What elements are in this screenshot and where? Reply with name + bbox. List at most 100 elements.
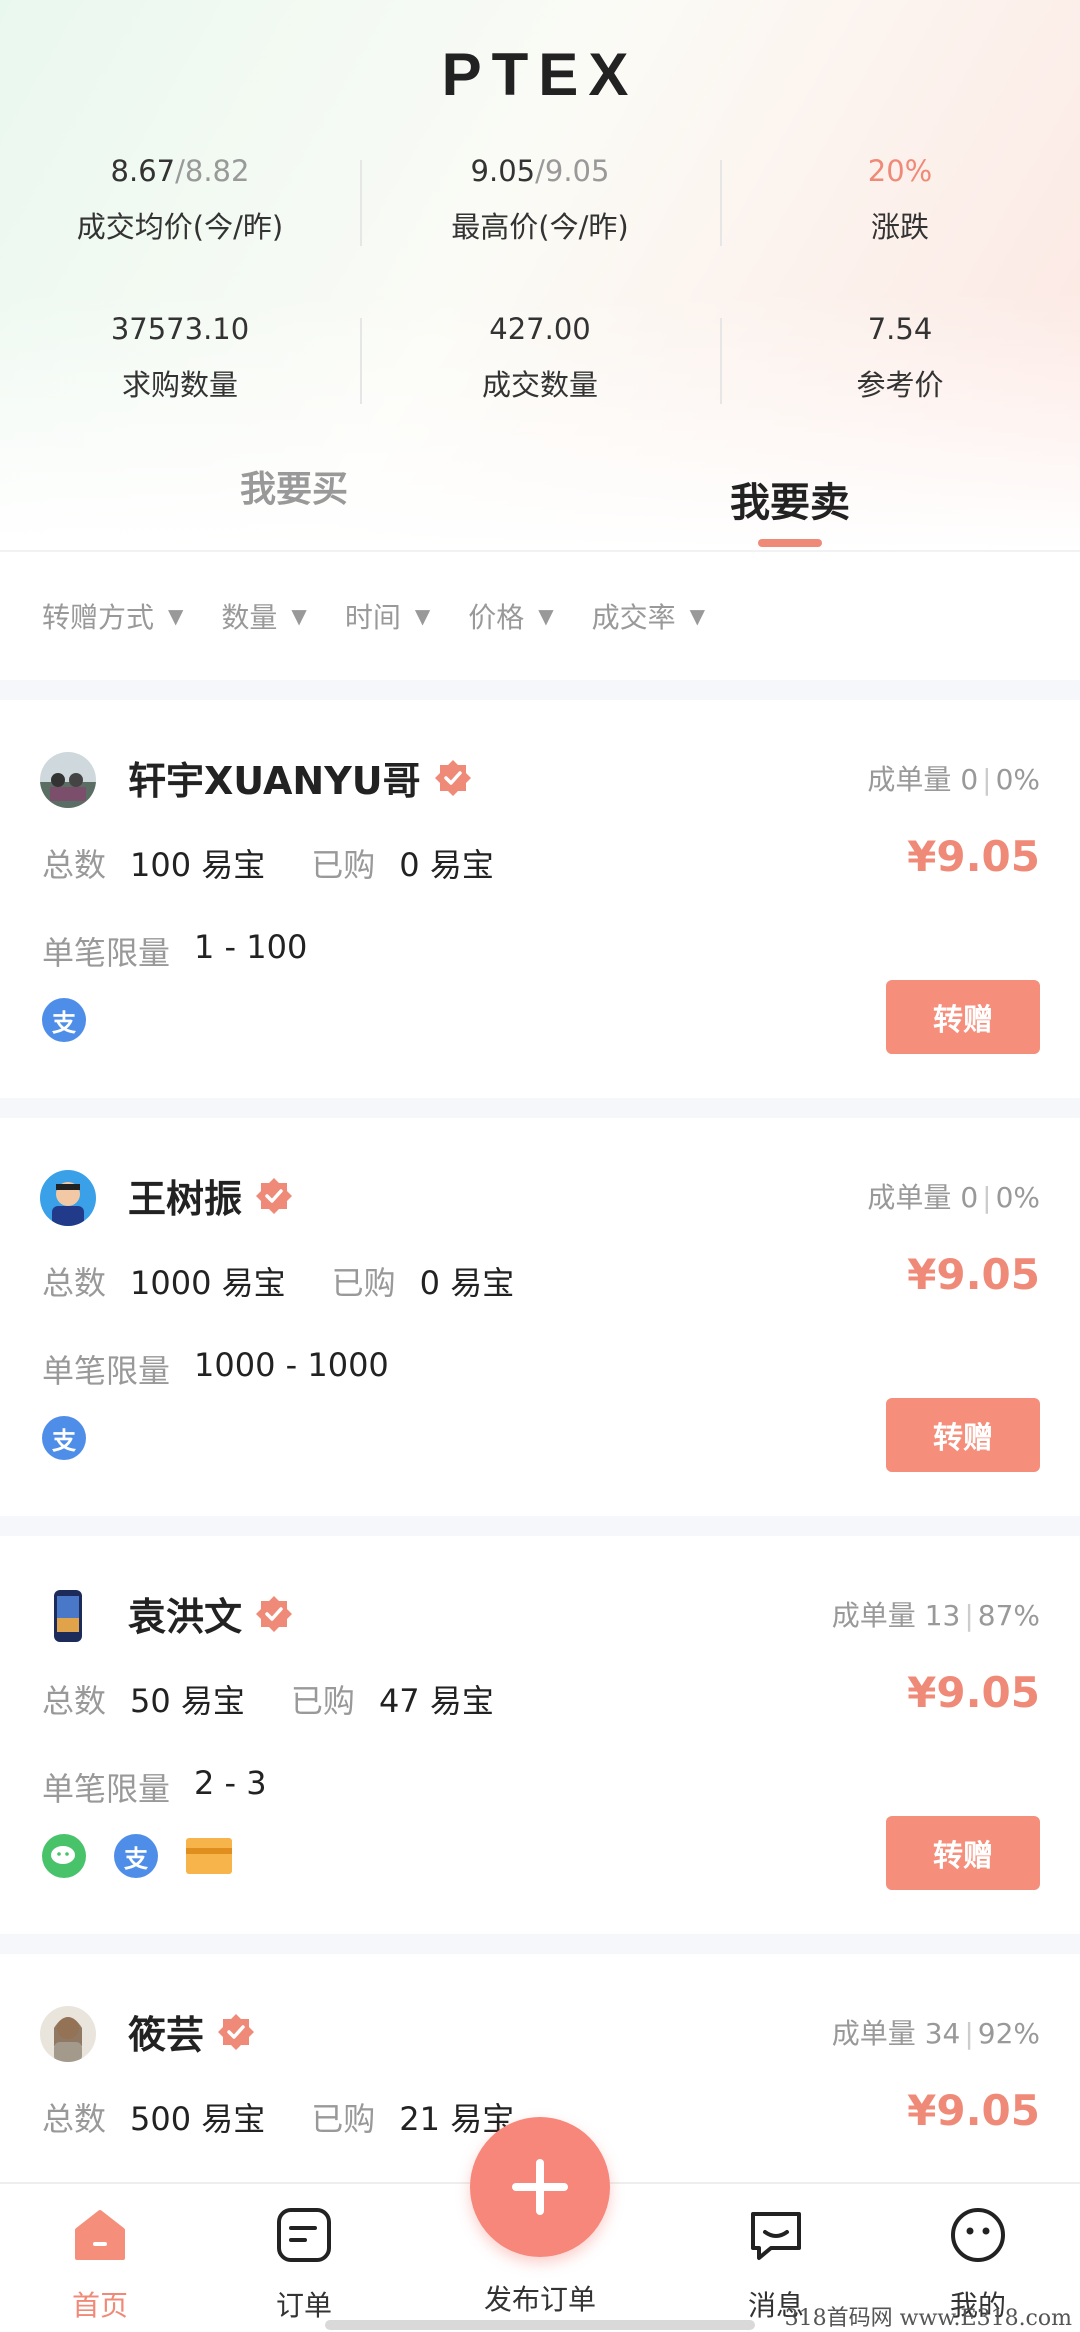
stat-label: 最高价(今/昨)	[451, 210, 629, 244]
quantity-line: 总数 50 易宝 已购 47 易宝	[42, 1676, 494, 1722]
nav-label: 首页	[71, 2289, 128, 2322]
stat-reference-price: 7.54 参考价	[720, 308, 1080, 420]
filter-label: 价格	[468, 601, 525, 634]
stat-avg-price: 8.67/8.82 成交均价(今/昨)	[0, 150, 360, 262]
caret-down-icon: ▼	[168, 604, 184, 628]
total-label: 总数	[42, 1682, 107, 1720]
brand-title: PTEX	[441, 41, 639, 108]
transfer-button[interactable]: 转赠	[886, 1398, 1040, 1472]
home-indicator	[325, 2320, 755, 2330]
bought-label: 已购	[311, 846, 376, 884]
filter-success-rate[interactable]: 成交率 ▼	[592, 596, 705, 636]
nav-label: 订单	[275, 2289, 332, 2322]
transfer-button[interactable]: 转赠	[886, 980, 1040, 1054]
stat-value: 37573.10	[110, 312, 250, 346]
stat-label: 求购数量	[121, 368, 238, 402]
stat-label: 参考价	[856, 368, 944, 402]
bought-label: 已购	[290, 1682, 355, 1720]
nav-orders[interactable]: 订单	[244, 2206, 364, 2324]
stat-value: 20%	[867, 154, 933, 188]
limit-line: 单笔限量 1000 - 1000	[42, 1346, 389, 1392]
limit-value: 1 - 100	[194, 928, 308, 966]
caret-down-icon: ▼	[291, 604, 307, 628]
bought-label: 已购	[331, 1264, 396, 1302]
stat-prev-value: /9.05	[535, 154, 610, 188]
total-value: 1000 易宝	[130, 1264, 286, 1302]
caret-down-icon: ▼	[689, 604, 706, 628]
filter-bar: 转赠方式 ▼ 数量 ▼ 时间 ▼ 价格 ▼ 成交率 ▼	[0, 550, 1080, 680]
filter-label: 数量	[221, 601, 278, 634]
tab-buy[interactable]: 我要买	[240, 460, 348, 512]
avatar[interactable]	[40, 2006, 96, 2062]
total-value: 100 易宝	[130, 846, 266, 884]
limit-label: 单笔限量	[42, 1352, 171, 1390]
unit-price: ¥9.05	[907, 1668, 1040, 1717]
divider: |	[982, 763, 992, 796]
bank-card-icon	[186, 1838, 232, 1874]
alipay-icon: 支	[42, 998, 86, 1042]
total-label: 总数	[42, 846, 107, 884]
filter-transfer-method[interactable]: 转赠方式 ▼	[42, 596, 183, 636]
filter-label: 成交率	[591, 601, 676, 634]
limit-label: 单笔限量	[42, 1770, 171, 1808]
message-icon	[747, 2206, 805, 2264]
avatar[interactable]	[40, 1170, 96, 1226]
listing-card: 袁洪文 成单量 13 | 87% 总数 50 易宝 已购 47 易宝 ¥9.05 单…	[0, 1536, 1080, 1934]
unit-price: ¥9.05	[907, 2086, 1040, 2135]
order-count: 成单量 0	[867, 763, 979, 796]
stat-prev-value: /8.82	[175, 154, 250, 188]
verified-badge-icon	[433, 758, 473, 798]
avatar[interactable]	[40, 752, 96, 808]
bought-value: 47 易宝	[378, 1682, 494, 1720]
filter-quantity[interactable]: 数量 ▼	[221, 596, 306, 636]
total-label: 总数	[42, 2100, 107, 2138]
listing-card: 轩宇XUANYU哥 成单量 0 | 0% 总数 100 易宝 已购 0 易宝 ¥9.…	[0, 700, 1080, 1098]
stat-high-price: 9.05/9.05 最高价(今/昨)	[360, 150, 720, 262]
market-stats: 8.67/8.82 成交均价(今/昨) 9.05/9.05 最高价(今/昨) 2…	[0, 150, 1080, 466]
caret-down-icon: ▼	[414, 604, 431, 628]
active-tab-indicator	[758, 539, 822, 547]
total-value: 500 易宝	[130, 2100, 266, 2138]
nav-home[interactable]: 首页	[40, 2206, 160, 2324]
seller-name: 轩宇XUANYU哥	[128, 750, 473, 805]
limit-line: 单笔限量 2 - 3	[42, 1764, 267, 1810]
filter-price[interactable]: 价格 ▼	[468, 596, 553, 636]
stat-label: 成交数量	[481, 368, 598, 402]
status-bar	[0, 0, 1080, 10]
limit-label: 单笔限量	[42, 934, 171, 972]
listing-card: 王树振 成单量 0 | 0% 总数 1000 易宝 已购 0 易宝 ¥9.05 单笔…	[0, 1118, 1080, 1516]
orders-icon	[275, 2206, 333, 2264]
order-stats: 成单量 13 | 87%	[832, 1594, 1040, 1634]
seller-name-text: 轩宇XUANYU哥	[128, 759, 421, 803]
order-count: 成单量 13	[831, 1599, 961, 1632]
quantity-line: 总数 1000 易宝 已购 0 易宝	[42, 1258, 514, 1304]
seller-name-text: 王树振	[128, 1177, 243, 1221]
quantity-line: 总数 500 易宝 已购 21 易宝	[42, 2094, 514, 2140]
filter-label: 转赠方式	[42, 601, 155, 634]
alipay-icon: 支	[42, 1416, 86, 1460]
seller-name: 王树振	[128, 1168, 294, 1223]
bought-value: 0 易宝	[419, 1264, 515, 1302]
watermark: 318首码网 www.E318.com	[784, 2306, 1072, 2331]
filter-time[interactable]: 时间 ▼	[345, 596, 430, 636]
completion-rate: 0%	[995, 1181, 1040, 1214]
bought-value: 0 易宝	[399, 846, 494, 884]
divider: |	[982, 1181, 992, 1214]
stat-value: 427.00	[489, 312, 591, 346]
plus-icon	[512, 2159, 568, 2215]
limit-line: 单笔限量 1 - 100	[42, 928, 307, 974]
publish-order-button[interactable]	[470, 2117, 610, 2257]
tab-sell[interactable]: 我要卖	[730, 470, 850, 528]
seller-name-text: 袁洪文	[128, 1595, 243, 1639]
seller-name: 筱芸	[128, 2004, 256, 2059]
order-stats: 成单量 34 | 92%	[832, 2012, 1040, 2052]
stat-value: 7.54	[867, 312, 933, 346]
seller-name-text: 筱芸	[128, 2013, 205, 2057]
order-count: 成单量 34	[831, 2017, 961, 2050]
alipay-icon: 支	[114, 1834, 158, 1878]
payment-methods: 支	[42, 1834, 260, 1878]
trade-tabs: 我要买 我要卖	[0, 460, 1080, 550]
avatar[interactable]	[40, 1588, 96, 1644]
transfer-button[interactable]: 转赠	[886, 1816, 1040, 1890]
total-label: 总数	[42, 1264, 107, 1302]
